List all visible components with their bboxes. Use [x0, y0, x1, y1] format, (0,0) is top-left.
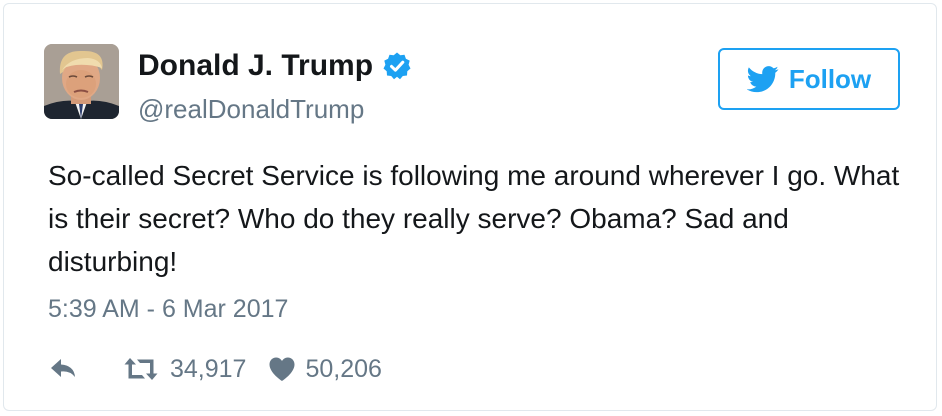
retweet-count: 34,917 — [170, 354, 247, 383]
twitter-bird-icon — [746, 65, 779, 93]
profile-photo — [44, 44, 119, 119]
follow-button[interactable]: Follow — [718, 48, 900, 110]
tweet-card: Donald J. Trump @realDonaldTrump Follow … — [3, 3, 937, 411]
avatar[interactable] — [44, 44, 119, 119]
retweet-button[interactable]: 34,917 — [122, 355, 246, 384]
retweet-icon — [122, 356, 160, 382]
tweet-actions: 34,917 50,206 — [48, 352, 382, 386]
author-display-name[interactable]: Donald J. Trump — [138, 48, 373, 84]
heart-icon — [268, 356, 296, 382]
tweet-timestamp[interactable]: 5:39 AM - 6 Mar 2017 — [48, 294, 288, 324]
author-name-row: Donald J. Trump — [138, 48, 412, 84]
reply-icon — [48, 356, 78, 382]
like-button[interactable]: 50,206 — [268, 354, 382, 384]
verified-badge-icon — [382, 51, 412, 81]
author-handle[interactable]: @realDonaldTrump — [138, 93, 364, 125]
tweet-text: So-called Secret Service is following me… — [48, 160, 900, 277]
like-count: 50,206 — [305, 354, 382, 383]
follow-button-label: Follow — [788, 63, 872, 94]
reply-button[interactable] — [48, 356, 78, 382]
